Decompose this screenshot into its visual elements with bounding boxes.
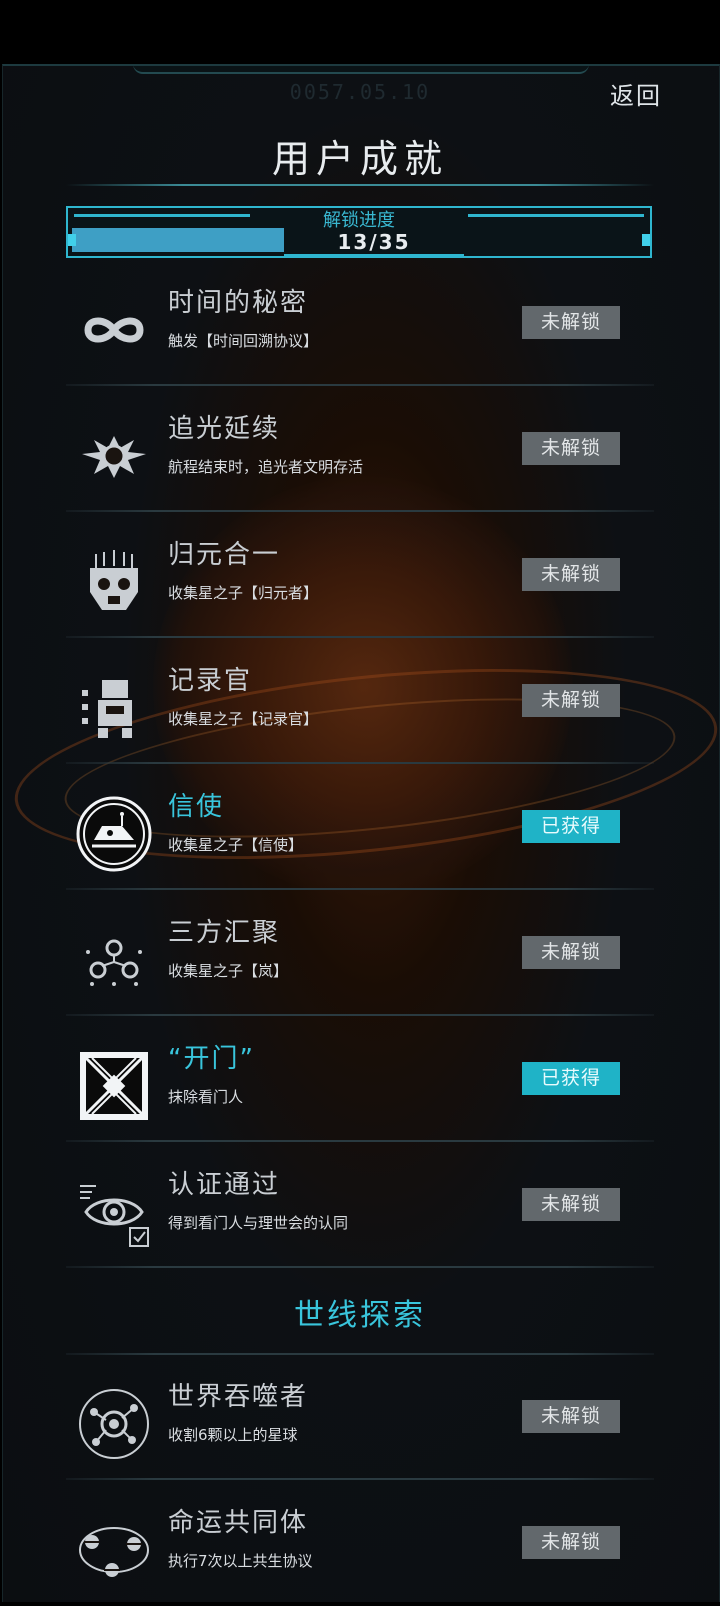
status-badge: 已获得 (522, 810, 620, 843)
achievement-name: 认证通过 (168, 1170, 281, 1200)
achievement-item[interactable]: 三方汇聚 收集星之子【岚】 未解锁 (66, 892, 654, 1016)
mask-icon (76, 544, 152, 620)
row-divider (66, 384, 654, 386)
achievement-desc: 得到看门人与理世会的认同 (168, 1214, 349, 1232)
achievement-desc: 触发【时间回溯协议】 (168, 332, 319, 350)
status-badge: 未解锁 (522, 1526, 620, 1559)
winged-emblem-icon (76, 418, 152, 494)
status-badge: 已获得 (522, 1062, 620, 1095)
achievement-name: 记录官 (168, 666, 253, 696)
eye-verify-icon (76, 1174, 152, 1250)
page-title: 用户成就 (271, 137, 448, 181)
achievement-item[interactable]: 追光延续 航程结束时，追光者文明存活 未解锁 (66, 388, 654, 512)
achievement-name: 世界吞噬者 (168, 1382, 309, 1412)
achievement-item[interactable]: 归元合一 收集星之子【归元者】 未解锁 (66, 514, 654, 638)
row-divider (66, 888, 654, 890)
section-title: 世线探索 (294, 1298, 426, 1333)
progress-count: 13/35 (284, 230, 464, 256)
row-divider (66, 1478, 654, 1480)
achievement-desc: 收集星之子【记录官】 (168, 710, 319, 728)
achievement-item[interactable]: “开门” 抹除看门人 已获得 (66, 1018, 654, 1142)
infinity-icon (76, 292, 152, 368)
panel-top-notch (133, 66, 589, 74)
achievement-item[interactable]: 记录官 收集星之子【记录官】 未解锁 (66, 640, 654, 764)
orbit-planets-icon (76, 1512, 152, 1588)
achievement-item[interactable]: 认证通过 得到看门人与理世会的认同 未解锁 (66, 1144, 654, 1268)
portal-icon (76, 1048, 152, 1124)
row-divider (66, 1014, 654, 1016)
status-badge: 未解锁 (522, 558, 620, 591)
robot-icon (76, 670, 152, 746)
progress-fill (72, 228, 284, 252)
achievement-item[interactable]: 世界吞噬者 收割6颗以上的星球 未解锁 (66, 1356, 654, 1480)
achievement-name: 命运共同体 (168, 1508, 309, 1538)
achievement-item[interactable]: 命运共同体 执行7次以上共生协议 未解锁 (66, 1482, 654, 1606)
status-badge: 未解锁 (522, 1400, 620, 1433)
unlock-progress-bar: 解锁进度 13/35 (66, 206, 652, 258)
planet-devourer-icon (76, 1386, 152, 1462)
achievement-name: 信使 (168, 792, 225, 822)
achievement-name: 时间的秘密 (168, 288, 309, 318)
constellation-icon (76, 922, 152, 998)
achievement-desc: 航程结束时，追光者文明存活 (168, 458, 364, 476)
status-badge: 未解锁 (522, 306, 620, 339)
row-divider (66, 1266, 654, 1268)
back-button[interactable]: 返回 (610, 76, 662, 111)
row-divider (66, 510, 654, 512)
row-divider (66, 1140, 654, 1142)
achievement-desc: 收割6颗以上的星球 (168, 1426, 298, 1444)
achievement-name: “开门” (168, 1044, 255, 1074)
achievement-name: 归元合一 (168, 540, 281, 570)
row-divider (66, 762, 654, 764)
progress-cap-right (642, 234, 650, 246)
achievement-desc: 收集星之子【信使】 (168, 836, 304, 854)
achievement-desc: 抹除看门人 (168, 1088, 244, 1106)
status-badge: 未解锁 (522, 1188, 620, 1221)
title-divider (66, 184, 654, 186)
achievement-item[interactable]: 时间的秘密 触发【时间回溯协议】 未解锁 (66, 262, 654, 386)
section-divider (66, 1353, 654, 1355)
achievement-name: 三方汇聚 (168, 918, 281, 948)
messenger-ship-icon (76, 796, 152, 872)
status-badge: 未解锁 (522, 684, 620, 717)
status-badge: 未解锁 (522, 432, 620, 465)
achievement-desc: 收集星之子【归元者】 (168, 584, 319, 602)
achievement-name: 追光延续 (168, 414, 281, 444)
progress-cap-left (68, 234, 76, 246)
row-divider (66, 636, 654, 638)
achievement-item[interactable]: 信使 收集星之子【信使】 已获得 (66, 766, 654, 890)
achievement-desc: 执行7次以上共生协议 (168, 1552, 313, 1570)
status-badge: 未解锁 (522, 936, 620, 969)
achievement-desc: 收集星之子【岚】 (168, 962, 289, 980)
